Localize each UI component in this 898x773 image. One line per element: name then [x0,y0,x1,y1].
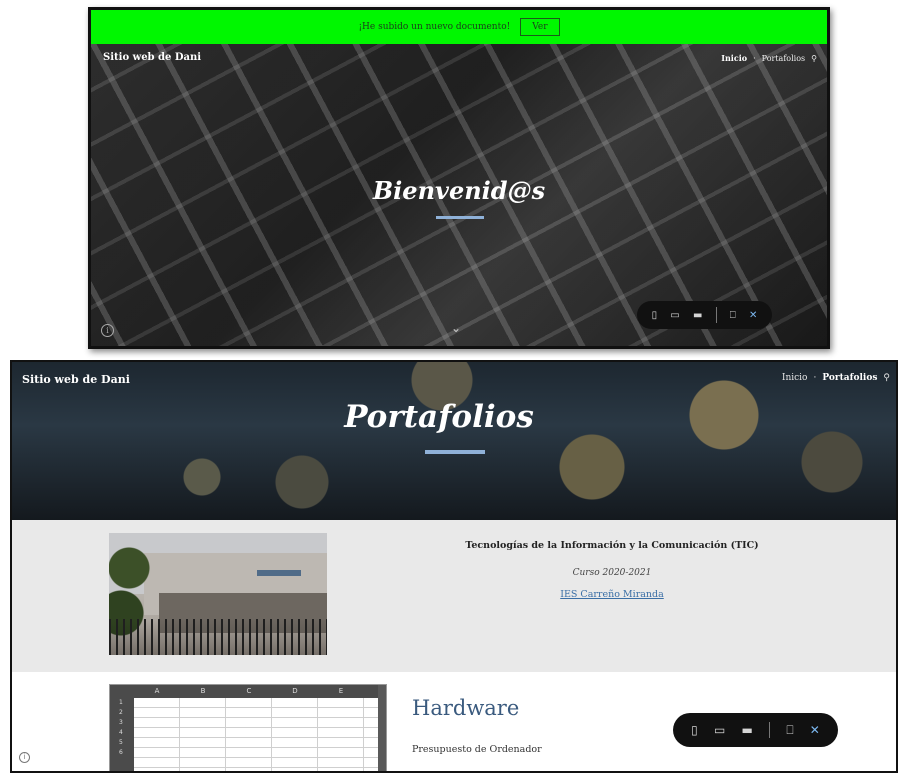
row-header: 6 [119,749,123,756]
nav-item-inicio[interactable]: Inicio [721,53,747,63]
column-header: A [154,687,160,695]
top-navigation: Inicio · Portafolios ⚲ [782,373,890,383]
spreadsheet-preview[interactable]: A B C D E 1 2 3 4 5 6 [109,684,387,771]
comment-icon[interactable]: ⎕ [786,723,793,738]
column-header: E [338,687,344,695]
info-icon[interactable]: i [19,752,30,763]
info-icon[interactable]: i [101,324,114,337]
search-icon[interactable]: ⚲ [811,54,817,63]
scrollbar[interactable] [378,685,386,771]
preview-toolbar: ▯ ▭ ▬ ⎕ ✕ [673,713,838,747]
hardware-title: Hardware [412,696,520,720]
column-header: D [292,687,298,695]
laptop-icon[interactable]: ▬ [742,723,753,737]
hardware-subtitle: Presupuesto de Ordenador [412,744,542,755]
heading-underline [436,216,484,219]
hero-heading: Bienvenid@s [372,176,546,205]
course-title: Tecnologías de la Información y la Comun… [465,540,759,551]
row-header: 3 [119,719,123,726]
spreadsheet-row-headers: 1 2 3 4 5 6 [110,698,134,771]
announcement-text: ¡He subido un nuevo documento! [358,22,511,32]
course-info-section: Tecnologías de la Información y la Comun… [12,520,896,672]
announcement-bar: ¡He subido un nuevo documento! Ver [91,10,827,44]
spreadsheet-grid [134,698,378,771]
comment-icon[interactable]: ⎕ [730,310,736,321]
heading-underline [425,450,485,454]
nav-separator: · [813,373,817,383]
column-header: B [200,687,206,695]
top-navigation: Inicio · Portafolios ⚲ [721,53,817,63]
preview-toolbar: ▯ ▭ ▬ ⎕ ✕ [637,301,772,329]
nav-item-portafolios[interactable]: Portafolios [822,373,877,383]
close-icon[interactable]: ✕ [810,723,820,737]
page-title: Portafolios [344,399,534,435]
portfolio-banner: Sitio web de Dani Inicio · Portafolios ⚲… [12,362,896,520]
chevron-down-icon[interactable]: ⌄ [451,321,461,335]
phone-icon[interactable]: ▯ [691,723,698,737]
school-building-image [109,533,327,655]
row-header: 5 [119,739,123,746]
row-header: 1 [119,699,123,706]
site-title[interactable]: Sitio web de Dani [22,373,130,386]
column-header: C [246,687,252,695]
toolbar-divider [715,307,717,323]
school-link[interactable]: IES Carreño Miranda [560,589,664,600]
hero-section: Sitio web de Dani Inicio · Portafolios ⚲… [91,44,827,346]
spreadsheet-column-headers: A B C D E [110,685,386,698]
course-year: Curso 2020-2021 [572,568,652,578]
row-header: 2 [119,709,123,716]
close-icon[interactable]: ✕ [749,310,757,321]
tablet-icon[interactable]: ▭ [714,723,725,737]
screenshot-portafolios: Sitio web de Dani Inicio · Portafolios ⚲… [10,360,898,773]
nav-separator: · [753,53,756,63]
toolbar-divider [769,722,771,738]
course-info-text: Tecnologías de la Información y la Comun… [412,540,812,601]
search-icon[interactable]: ⚲ [883,373,890,383]
site-title[interactable]: Sitio web de Dani [103,52,201,63]
laptop-icon[interactable]: ▬ [693,310,702,321]
row-header: 4 [119,729,123,736]
phone-icon[interactable]: ▯ [652,310,658,321]
nav-item-portafolios[interactable]: Portafolios [762,54,806,63]
view-button[interactable]: Ver [520,18,560,36]
nav-item-inicio[interactable]: Inicio [782,373,808,383]
screenshot-home: ¡He subido un nuevo documento! Ver Sitio… [88,7,830,349]
tablet-icon[interactable]: ▭ [670,310,679,321]
